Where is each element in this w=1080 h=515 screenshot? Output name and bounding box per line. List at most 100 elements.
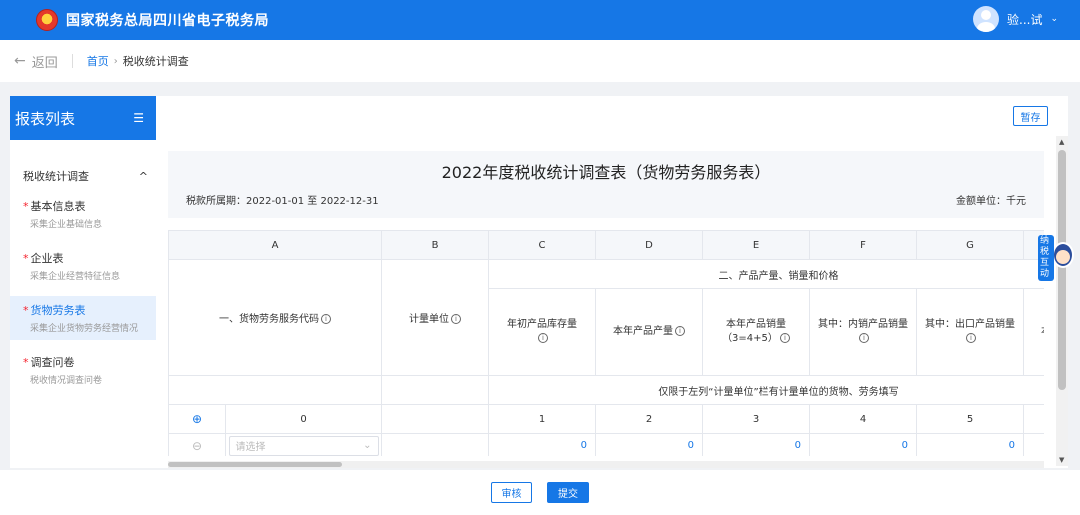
empty-cell [381,404,489,434]
required-mark: * [23,200,29,213]
column-number: 4 [809,404,917,434]
form-title-box: 2022年度税收统计调查表（货物劳务服务表） 税款所属期：2022-01-01 … [168,151,1044,218]
unit-header: 计量单位 i [381,259,489,376]
empty-cell [1023,404,1044,434]
required-mark: * [23,356,29,369]
sidebar-item-questionnaire[interactable]: * 调查问卷 税收情况调查问卷 [10,348,156,392]
review-button[interactable]: 审核 [491,482,532,503]
add-row-icon[interactable]: ⊕ [192,412,202,426]
chevron-up-icon[interactable]: ^ [139,170,148,183]
column-number: 3 [702,404,810,434]
table-note-row: 仅限于左列“计量单位”栏有计量单位的货物、劳务填写 [168,375,1044,405]
sidebar-item-desc: 采集企业基础信息 [30,220,103,230]
user-avatar-icon[interactable] [973,6,999,32]
divider [71,54,73,68]
empty-cell [168,375,382,405]
tax-period: 税款所属期：2022-01-01 至 2022-12-31 [186,196,379,207]
goods-code-select[interactable]: 请选择 ⌄ [228,435,379,456]
table-row: ⊖ 请选择 ⌄ 0 0 0 0 0 [168,433,1044,456]
value-cell[interactable]: 0 [916,433,1024,456]
back-label[interactable]: 返回 [32,52,58,71]
info-icon[interactable]: i [675,326,685,336]
sidebar-item-basic-info[interactable]: * 基本信息表 采集企业基础信息 [10,192,156,236]
value-cell[interactable]: 0 [595,433,703,456]
value-cell[interactable]: 0 [702,433,810,456]
value-cell[interactable] [1023,433,1044,456]
scroll-up-icon[interactable]: ▲ [1059,138,1064,146]
info-icon[interactable]: i [538,333,548,343]
unit-cell[interactable] [381,433,489,456]
goods-code-header: 一、货物劳务服务代码 i [168,259,382,376]
scroll-down-icon[interactable]: ▼ [1059,456,1064,464]
select-placeholder[interactable]: 请选择 [236,438,266,453]
remove-row-icon[interactable]: ⊖ [192,439,202,453]
sidebar-item-desc: 采集企业货物劳务经营情况 [30,324,139,334]
main-panel: 暂存 2022年度税收统计调查表（货物劳务服务表） 税款所属期：2022-01-… [156,96,1068,468]
column-letter: F [809,230,917,260]
info-icon[interactable]: i [451,314,461,324]
add-row-cell: ⊕ [168,404,226,434]
column-number: 5 [916,404,1024,434]
column-header-label: 其中：内销产品销量 [818,319,908,330]
menu-toggle-icon[interactable]: ☰ [133,111,144,125]
breadcrumb-home-link[interactable]: 首页 [87,53,109,69]
column-letter: B [381,230,489,260]
arrow-left-icon[interactable]: ← [14,53,26,69]
required-mark: * [23,304,29,317]
value-cell[interactable]: 0 [488,433,596,456]
info-icon[interactable]: i [321,314,331,324]
info-icon[interactable]: i [779,333,790,343]
column-header: 其中：出口产品销量 i [916,288,1024,376]
column-letter: E [702,230,810,260]
table-header-row-letters: A B C D E F G [168,230,1044,260]
sidebar-item-label[interactable]: 货物劳务表 [31,304,86,317]
tax-interaction-widget[interactable]: 纳税互动 [1038,232,1074,281]
survey-table-viewport[interactable]: A B C D E F G 一、货物劳务服务代码 i 计量单位 i 二、产品产量、销… [168,230,1044,456]
value-cell[interactable]: 0 [809,433,917,456]
column-header-label: 年初产品库存量 [507,319,577,330]
info-icon[interactable]: i [859,333,869,343]
goods-code-header-label: 一、货物劳务服务代码 [219,314,319,325]
column-header-label: 本年产品销量（3=4+5） [722,319,786,344]
user-name[interactable]: 验...试 [1007,11,1042,28]
sidebar-group-label[interactable]: 税收统计调查 [23,168,89,184]
sidebar-item-enterprise[interactable]: * 企业表 采集企业经营特征信息 [10,244,156,288]
mascot-label[interactable]: 纳税互动 [1038,235,1054,281]
tax-bureau-emblem-icon [36,9,58,31]
column-header: 本年产品产量 i [595,288,703,376]
sidebar-item-goods-services[interactable]: * 货物劳务表 采集企业货物劳务经营情况 [10,296,156,340]
sidebar-group-tax-survey[interactable]: 税收统计调查 ^ [10,168,156,184]
column-header: 本 [1023,288,1044,376]
column-header-label: 其中：出口产品销量 [925,319,1015,330]
top-header: 国家税务总局四川省电子税务局 验...试 ⌄ [0,0,1080,40]
column-header: 年初产品库存量 i [488,288,596,376]
horizontal-scrollbar[interactable] [168,461,1044,468]
group-header: 二、产品产量、销量和价格 [488,259,1044,289]
table-column-numbers: ⊕ 0 1 2 3 4 5 [168,404,1044,434]
chevron-down-icon[interactable]: ⌄ [1050,14,1058,24]
sidebar-item-desc: 税收情况调查问卷 [30,376,103,386]
column-letter: G [916,230,1024,260]
sidebar-item-label[interactable]: 调查问卷 [31,356,75,369]
survey-table: A B C D E F G 一、货物劳务服务代码 i 计量单位 i 二、产品产量、销… [168,230,1044,456]
mascot-face-icon [1056,250,1070,264]
bottom-action-bar: 审核 提交 [0,470,1080,515]
back-button[interactable]: ← 返回 [14,52,58,71]
column-header: 其中：内销产品销量 i [809,288,917,376]
form-title: 2022年度税收统计调查表（货物劳务服务表） [441,163,771,182]
horizontal-scroll-thumb[interactable] [168,462,342,467]
column-header: 本年产品销量（3=4+5） i [702,288,810,376]
user-menu[interactable]: 验...试 ⌄ [973,6,1058,32]
chevron-down-icon[interactable]: ⌄ [363,440,371,451]
submit-button[interactable]: 提交 [547,482,589,503]
info-icon[interactable]: i [966,333,976,343]
save-draft-button[interactable]: 暂存 [1013,106,1048,126]
column-number: 1 [488,404,596,434]
required-mark: * [23,252,29,265]
column-number: 2 [595,404,703,434]
vertical-scrollbar[interactable]: ▲ ▼ [1056,136,1068,466]
sidebar-item-label[interactable]: 企业表 [31,252,64,265]
column-header-label: 本年产品产量 [613,326,673,337]
sidebar-title: 报表列表 [15,109,76,128]
sidebar-item-label[interactable]: 基本信息表 [31,200,86,213]
